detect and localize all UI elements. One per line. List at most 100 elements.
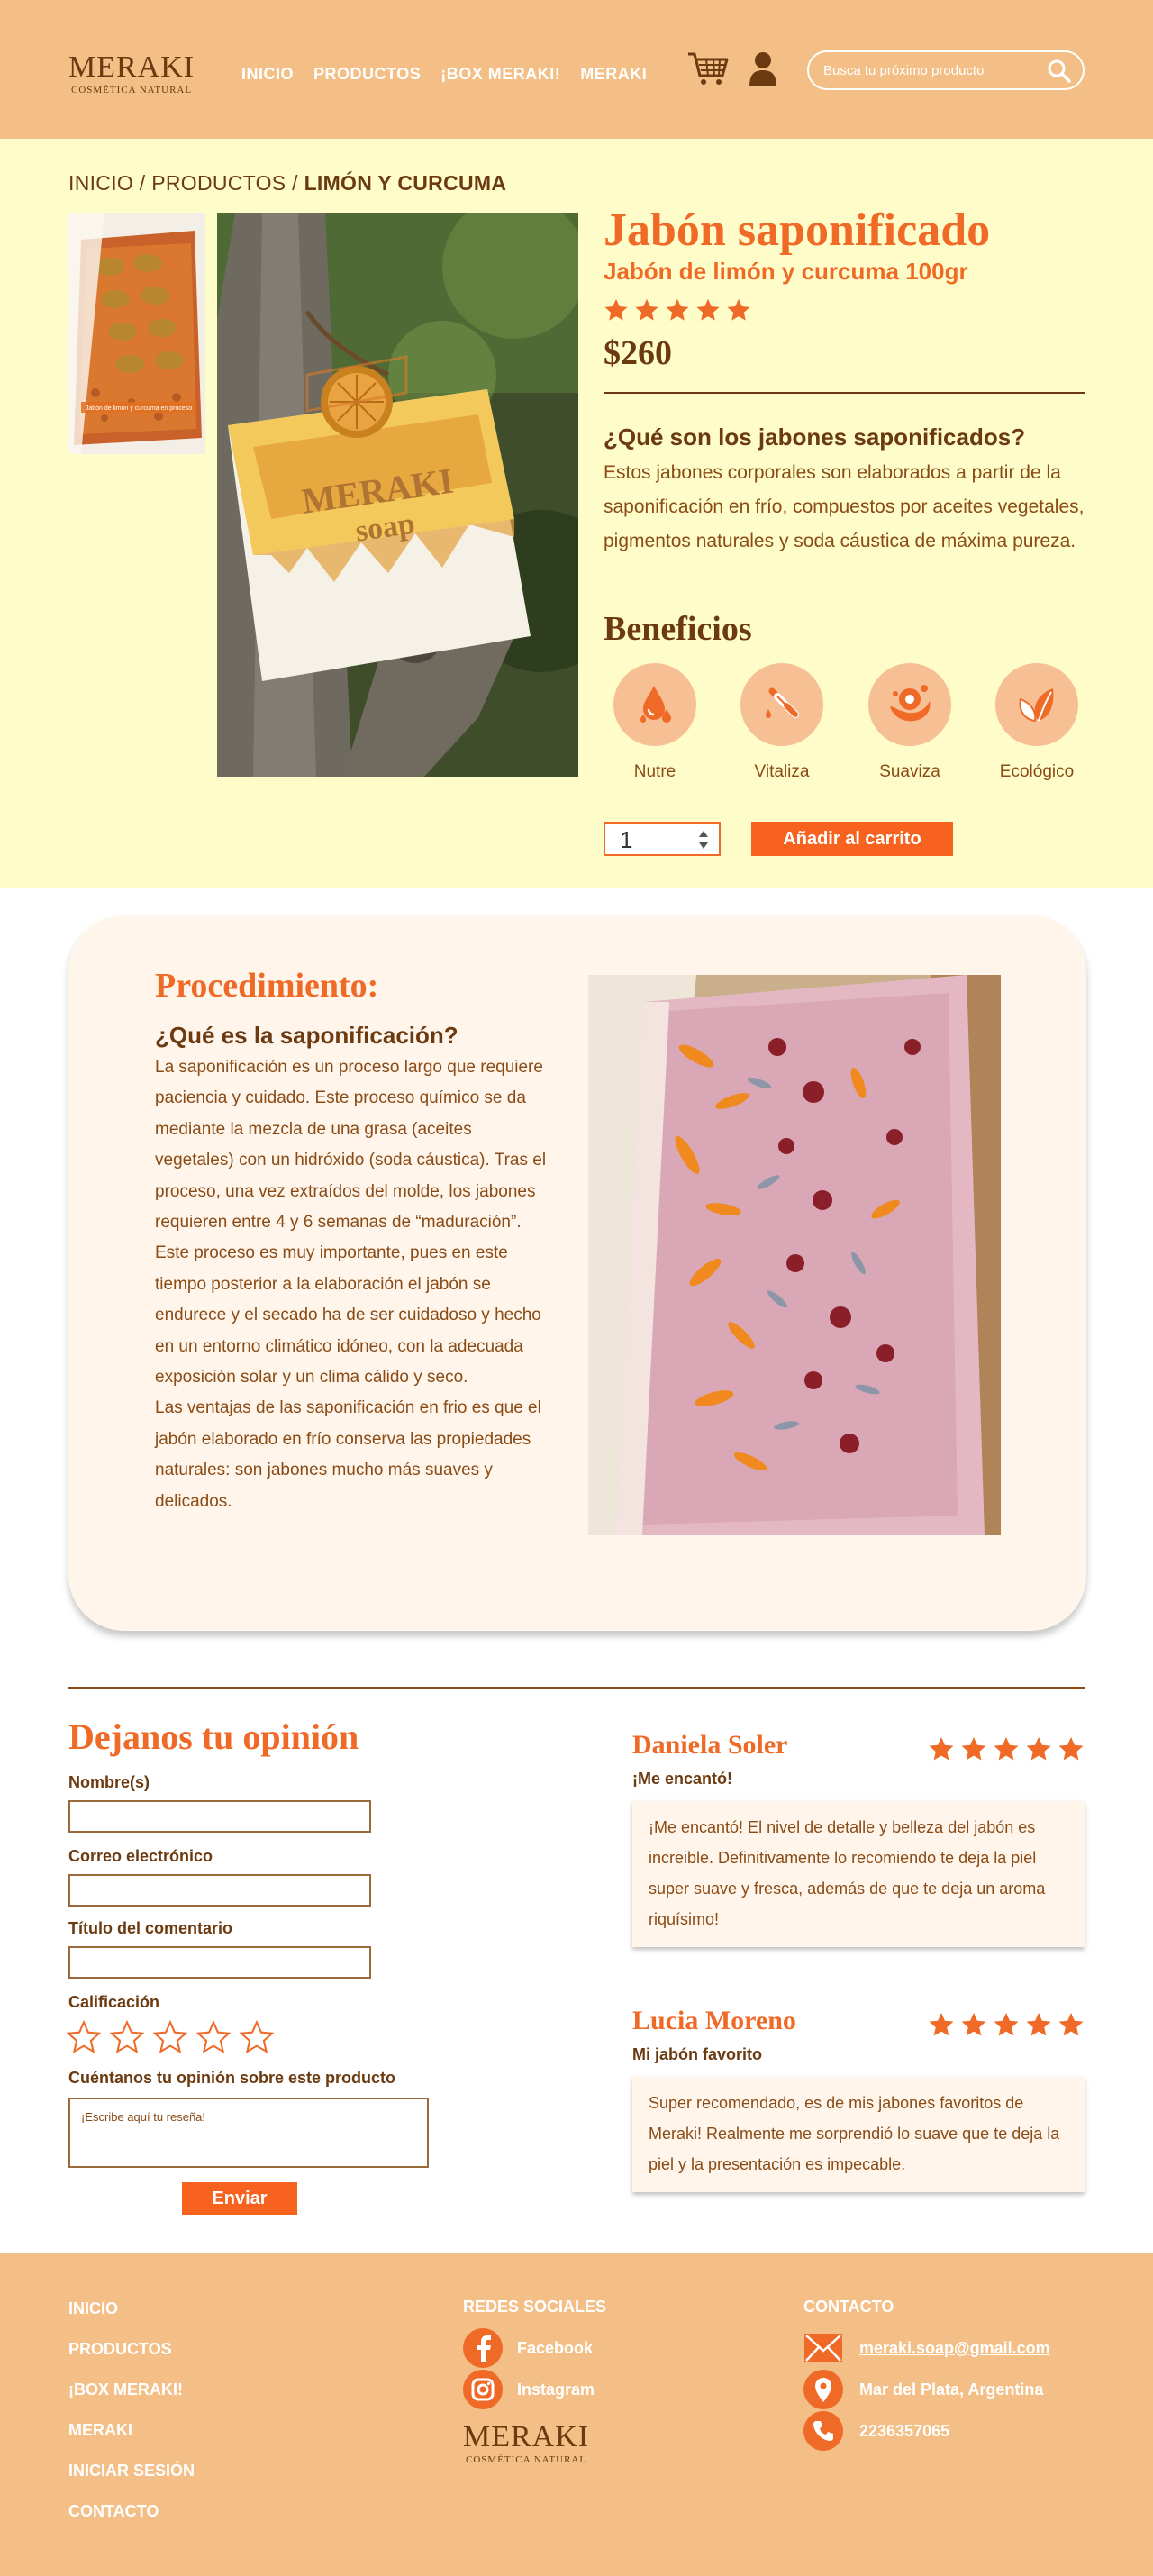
instagram-icon — [463, 2370, 503, 2409]
review-card: Daniela Soler ¡Me encantó! ¡Me encantó! … — [632, 1730, 1085, 1947]
star-icon — [604, 298, 628, 321]
subject-field[interactable] — [68, 1946, 371, 1979]
star-icon — [929, 1736, 954, 1761]
footer-link-iniciar-sesion[interactable]: INICIAR SESIÓN — [68, 2460, 195, 2500]
contact-phone[interactable]: 2236357065 — [803, 2411, 949, 2451]
product-main-image[interactable]: MERAKI soap — [217, 213, 578, 777]
location-pin-icon — [803, 2370, 843, 2409]
star-icon[interactable] — [110, 2020, 144, 2054]
nav-inicio[interactable]: INICIO — [241, 65, 294, 84]
product-description: Estos jabones corporales son elaborados … — [604, 462, 1085, 551]
product-price: $260 — [604, 334, 672, 372]
submit-review-button[interactable]: Enviar — [182, 2182, 297, 2215]
email-label: Correo electrónico — [68, 1847, 213, 1865]
logo-brand: MERAKI — [463, 2420, 590, 2453]
benefit-label: Vitaliza — [754, 762, 810, 781]
star-icon — [696, 298, 720, 321]
quantity-stepper[interactable] — [604, 822, 721, 856]
rating-label: Calificación — [68, 1993, 160, 2011]
social-title: REDES SOCIALES — [463, 2298, 607, 2316]
benefits-title: Beneficios — [604, 610, 752, 648]
opinion-field[interactable] — [68, 2098, 429, 2168]
product-section: INICIO / PRODUCTOS / LIMÓN Y CURCUMA Jab… — [0, 139, 1153, 888]
mail-icon — [803, 2328, 843, 2368]
divider — [68, 1687, 1085, 1689]
benefit-suaviza: Suaviza — [856, 663, 964, 782]
product-question: ¿Qué son los jabones saponificados? — [604, 423, 1026, 451]
main-nav: INICIO PRODUCTOS ¡BOX MERAKI! MERAKI — [241, 65, 647, 84]
footer-link-inicio[interactable]: INICIO — [68, 2298, 195, 2338]
star-icon — [1026, 2012, 1051, 2036]
star-icon[interactable] — [153, 2020, 187, 2054]
footer-link-contacto[interactable]: CONTACTO — [68, 2500, 195, 2541]
add-to-cart-button[interactable]: Añadir al carrito — [751, 822, 953, 856]
search-input[interactable] — [823, 60, 1030, 80]
contact-location: Mar del Plata, Argentina — [803, 2370, 1043, 2409]
review-rating — [928, 2011, 1085, 2038]
contact-email-text[interactable]: meraki.soap@gmail.com — [859, 2339, 1050, 2358]
procedure-image — [588, 975, 1001, 1535]
contact-location-text: Mar del Plata, Argentina — [859, 2380, 1044, 2399]
breadcrumb-productos[interactable]: PRODUCTOS — [151, 171, 286, 195]
divider — [604, 392, 1085, 394]
facebook-link[interactable]: Facebook — [463, 2328, 593, 2368]
review-title: Mi jabón favorito — [632, 2045, 762, 2063]
review-card: Lucia Moreno Mi jabón favorito Super rec… — [632, 2006, 1085, 2192]
review-form-title: Dejanos tu opinión — [68, 1716, 359, 1757]
subject-label: Título del comentario — [68, 1919, 233, 1937]
star-icon — [961, 1736, 986, 1761]
breadcrumb-inicio[interactable]: INICIO — [68, 171, 133, 195]
breadcrumb-current: LIMÓN Y CURCUMA — [304, 171, 507, 195]
breadcrumb-separator: / — [139, 171, 146, 195]
star-icon — [1058, 2012, 1084, 2036]
benefit-label: Nutre — [633, 762, 676, 781]
opinion-label: Cuéntanos tu opinión sobre este producto — [68, 2069, 396, 2087]
benefit-label: Ecológico — [999, 762, 1075, 781]
site-footer: INICIO PRODUCTOS ¡BOX MERAKI! MERAKI INI… — [0, 2253, 1153, 2576]
email-field[interactable] — [68, 1874, 371, 1907]
contact-email[interactable]: meraki.soap@gmail.com — [803, 2328, 1050, 2368]
nav-meraki[interactable]: MERAKI — [580, 65, 647, 84]
procedure-title: Procedimiento: — [155, 967, 379, 1005]
star-icon — [994, 2012, 1019, 2036]
cart-icon[interactable] — [686, 50, 730, 86]
star-icon — [1058, 1736, 1084, 1761]
name-field[interactable] — [68, 1800, 371, 1833]
product-title: Jabón saponificado — [604, 205, 991, 256]
footer-link-meraki[interactable]: MERAKI — [68, 2419, 195, 2460]
star-icon[interactable] — [67, 2020, 101, 2054]
search-icon[interactable] — [1047, 59, 1072, 84]
user-icon[interactable] — [748, 50, 778, 86]
logo-subtitle: COSMÉTICA NATURAL — [71, 85, 193, 96]
star-icon[interactable] — [240, 2020, 274, 2054]
nav-box-meraki[interactable]: ¡BOX MERAKI! — [440, 65, 560, 84]
benefit-label: Suaviza — [879, 762, 940, 781]
benefit-ecologico: Ecológico — [983, 663, 1091, 782]
leaf-icon — [995, 663, 1078, 746]
drops-icon — [613, 663, 696, 746]
review-body: Super recomendado, es de mis jabones fav… — [632, 2077, 1085, 2192]
review-rating — [928, 1735, 1085, 1762]
star-icon — [961, 2012, 986, 2036]
footer-link-box-meraki[interactable]: ¡BOX MERAKI! — [68, 2379, 195, 2419]
footer-link-productos[interactable]: PRODUCTOS — [68, 2338, 195, 2379]
footer-logo[interactable]: MERAKI COSMÉTICA NATURAL — [463, 2420, 590, 2466]
search-bar — [807, 50, 1085, 90]
facebook-label: Facebook — [517, 2338, 594, 2357]
header-logo[interactable]: MERAKI COSMÉTICA NATURAL — [68, 52, 195, 96]
logo-brand: MERAKI — [68, 50, 195, 84]
star-icon[interactable] — [196, 2020, 231, 2054]
product-thumbnail[interactable]: Jabón de limón y curcuma en proceso — [68, 213, 205, 454]
nav-productos[interactable]: PRODUCTOS — [313, 65, 421, 84]
instagram-link[interactable]: Instagram — [463, 2370, 595, 2409]
quantity-input[interactable] — [620, 827, 683, 852]
footer-links: INICIO PRODUCTOS ¡BOX MERAKI! MERAKI INI… — [68, 2298, 195, 2541]
star-icon — [727, 298, 750, 321]
star-icon — [994, 1736, 1019, 1761]
benefit-vitaliza: Vitaliza — [728, 663, 836, 782]
star-icon — [1026, 1736, 1051, 1761]
procedure-question: ¿Qué es la saponificación? — [155, 1022, 458, 1049]
instagram-label: Instagram — [517, 2380, 595, 2399]
procedure-paragraph: La saponificación es un proceso largo qu… — [155, 1058, 547, 1388]
spinner-arrows-icon[interactable] — [697, 828, 710, 851]
